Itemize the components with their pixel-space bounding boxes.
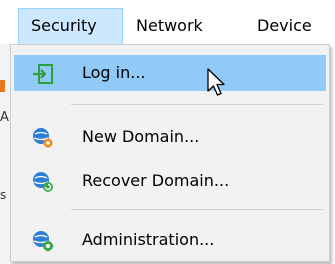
new-domain-icon bbox=[32, 127, 54, 149]
menu-item-new-domain[interactable]: New Domain... bbox=[14, 119, 326, 155]
underlying-window-marker bbox=[0, 80, 5, 92]
security-dropdown-menu: Log in... New Domain... Recover Domain..… bbox=[10, 44, 330, 262]
menu-item-label: Administration... bbox=[82, 230, 215, 249]
underlying-window-text-a: A bbox=[0, 110, 9, 125]
menu-item-log-in[interactable]: Log in... bbox=[14, 55, 326, 91]
arrow-cursor-icon bbox=[207, 68, 229, 100]
menubar: Security Network Device bbox=[0, 0, 335, 44]
menu-item-label: New Domain... bbox=[82, 127, 200, 146]
menu-item-administration[interactable]: Administration... bbox=[14, 222, 326, 258]
login-icon bbox=[32, 63, 54, 85]
menu-separator bbox=[71, 209, 323, 210]
underlying-window-text-s: s bbox=[0, 188, 7, 202]
recover-domain-icon bbox=[32, 171, 54, 193]
menu-separator bbox=[71, 104, 323, 105]
menubar-item-device[interactable]: Device bbox=[245, 10, 324, 42]
menubar-item-network[interactable]: Network bbox=[124, 10, 215, 42]
administration-icon bbox=[32, 230, 54, 252]
menu-item-recover-domain[interactable]: Recover Domain... bbox=[14, 163, 326, 199]
menu-item-label: Recover Domain... bbox=[82, 171, 230, 190]
menu-item-label: Log in... bbox=[82, 63, 146, 82]
menubar-item-security[interactable]: Security bbox=[18, 8, 123, 44]
